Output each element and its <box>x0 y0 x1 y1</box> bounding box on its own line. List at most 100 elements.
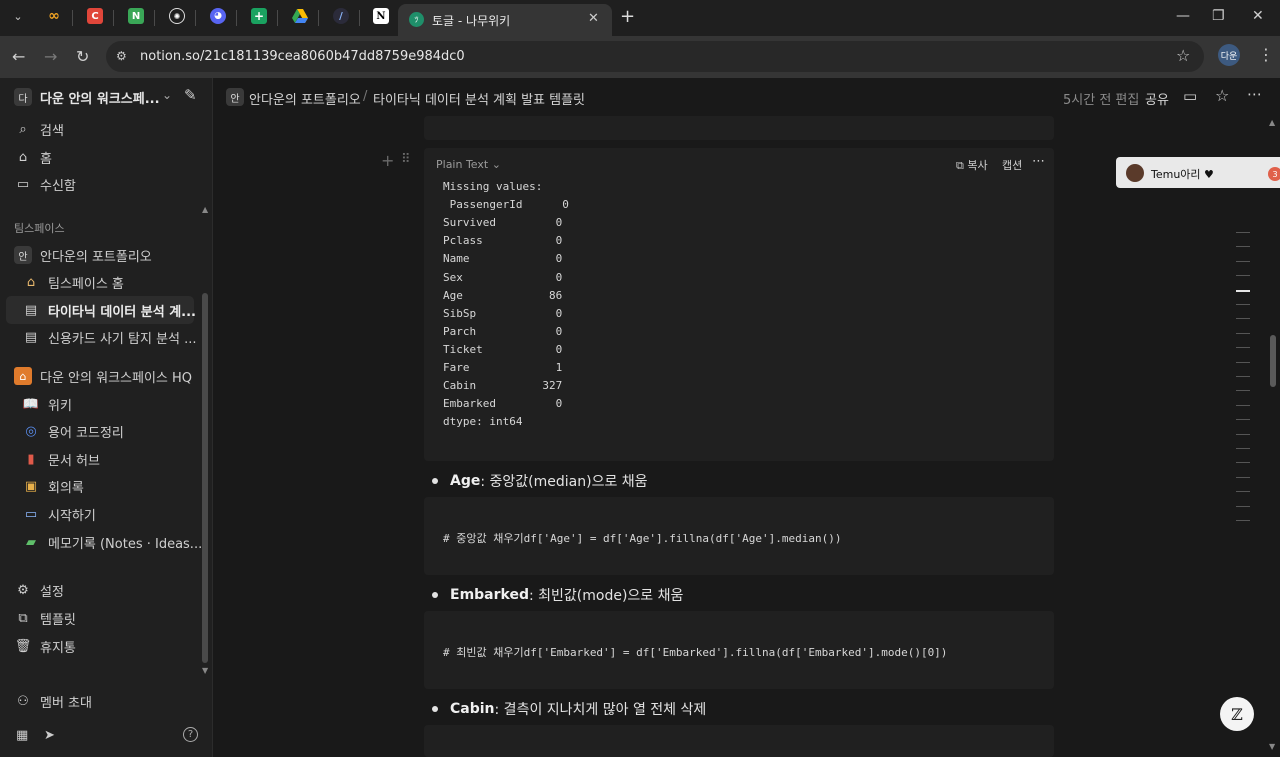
tab-openai-icon[interactable]: ✺ <box>169 8 185 24</box>
sidebar-item-teamspace[interactable]: 안 안다운의 포트폴리오 <box>14 244 152 266</box>
toc-entry[interactable] <box>1236 505 1250 507</box>
toc-entry[interactable] <box>1236 376 1250 377</box>
comment-icon[interactable]: ▭ <box>1183 87 1197 105</box>
tab-notion-icon[interactable]: N <box>373 8 389 24</box>
send-icon[interactable]: ➤ <box>44 728 55 743</box>
forward-icon[interactable]: → <box>44 47 57 66</box>
age-code-block[interactable]: # 중앙값 채우기df['Age'] = df['Age'].fillna(df… <box>424 497 1054 575</box>
toc-entry[interactable] <box>1236 404 1250 406</box>
tab-divider <box>359 10 360 26</box>
breadcrumb-teamspace[interactable]: 안다운의 포트폴리오 <box>249 89 361 108</box>
tab-n-app-icon[interactable]: N <box>128 8 144 24</box>
toc-entry[interactable] <box>1236 361 1250 363</box>
invite-user-icon: ⚇ <box>17 693 29 709</box>
favorite-star-icon[interactable]: ☆ <box>1215 86 1229 105</box>
sidebar-item-memo[interactable]: ▰ 메모기록 (Notes · Ideas... <box>22 531 202 553</box>
sidebar-item-credit[interactable]: ▤ 신용카드 사기 탐지 분석 ... <box>22 326 197 348</box>
restore-icon[interactable]: ❐ <box>1212 8 1225 24</box>
new-tab-icon[interactable]: + <box>620 6 635 27</box>
tab-search-chevron-down-icon[interactable]: ⌄ <box>10 8 26 24</box>
toc-entry[interactable] <box>1236 433 1250 435</box>
page-scrollbar[interactable] <box>1270 335 1276 387</box>
sidebar-item-glossary[interactable]: ◎ 용어 코드정리 <box>22 420 124 442</box>
trash-icon: 🗑 <box>14 638 32 654</box>
toc-entry[interactable] <box>1236 332 1250 334</box>
workspace-chevron-down-icon[interactable]: ⌄ <box>162 88 172 102</box>
sidebar-item-teamspace-home[interactable]: ⌂ 팀스페이스 홈 <box>22 271 124 293</box>
scroll-down-icon[interactable]: ▼ <box>202 666 208 675</box>
help-icon[interactable]: ? <box>183 727 198 742</box>
share-button[interactable]: 공유 <box>1145 89 1169 108</box>
tab-discord-icon[interactable]: ◕ <box>210 8 226 24</box>
address-bar[interactable]: ⚙ notion.so/21c181139cea8060b47dd8759e98… <box>106 41 1204 72</box>
bullet-embarked-key: Embarked <box>450 587 529 603</box>
notion-ai-fab[interactable]: ℤ <box>1220 697 1254 731</box>
toc-entry[interactable] <box>1236 419 1250 421</box>
toc-entry[interactable] <box>1236 491 1250 493</box>
temu-widget[interactable]: Temu아리 ♥ 3 <box>1116 157 1280 188</box>
reload-icon[interactable]: ↻ <box>76 47 89 66</box>
scroll-up-icon[interactable]: ▲ <box>202 205 208 214</box>
sidebar-item-invite[interactable]: ⚇ 멤버 초대 <box>14 690 92 712</box>
toc-entry[interactable] <box>1236 260 1250 262</box>
page-scroll-down-icon[interactable]: ▼ <box>1269 742 1275 751</box>
embarked-code-block[interactable]: # 최빈값 채우기df['Embarked'] = df['Embarked']… <box>424 611 1054 689</box>
breadcrumb-page[interactable]: 타이타닉 데이터 분석 계획 발표 템플릿 <box>373 89 585 108</box>
tab-divider <box>72 10 73 26</box>
drag-handle-icon[interactable]: ⠿ <box>401 152 411 167</box>
toc-entry[interactable] <box>1236 347 1250 349</box>
sidebar-item-home[interactable]: ⌂ 홈 <box>14 146 52 168</box>
tab-drive-icon[interactable] <box>292 8 308 24</box>
site-info-icon[interactable]: ⚙ <box>116 49 127 63</box>
workspace-switcher[interactable]: 다 다운 안의 워크스페... <box>14 86 160 108</box>
toc-entry[interactable] <box>1236 289 1250 292</box>
browser-menu-icon[interactable]: ⋮ <box>1258 45 1274 64</box>
bookmark-star-icon[interactable]: ☆ <box>1176 46 1190 65</box>
bullet-dot <box>432 478 438 484</box>
code-more-icon[interactable]: ⋯ <box>1032 154 1045 169</box>
toc-entry[interactable] <box>1236 462 1250 464</box>
sidebar-item-search[interactable]: ⌕ 검색 <box>14 118 64 140</box>
profile-avatar[interactable]: 다운 <box>1218 44 1240 66</box>
add-block-icon[interactable]: + <box>381 151 394 170</box>
toc-entry[interactable] <box>1236 232 1250 233</box>
sidebar-item-docs-hub[interactable]: ▮ 문서 허브 <box>22 448 100 470</box>
caption-button[interactable]: 캡션 <box>1002 157 1022 173</box>
sidebar-item-inbox[interactable]: ▭ 수신함 <box>14 173 76 195</box>
sidebar-item-trash[interactable]: 🗑 휴지통 <box>14 635 76 657</box>
calendar-app-icon[interactable]: ▦ <box>16 728 28 743</box>
sidebar-item-titanic[interactable]: ▤ 타이타닉 데이터 분석 계... <box>22 299 196 321</box>
sidebar-item-meetings[interactable]: ▣ 회의록 <box>22 475 84 497</box>
missing-values-code-block[interactable]: Plain Text ⌄ ⧉ 복사 캡션 ⋯ <box>424 148 1054 461</box>
copy-button[interactable]: ⧉ 복사 <box>956 157 988 173</box>
sidebar-scrollbar[interactable] <box>202 293 208 663</box>
toc-entry[interactable] <box>1236 304 1250 305</box>
tab-sheets-icon[interactable]: + <box>251 8 267 24</box>
back-icon[interactable]: ← <box>12 47 25 66</box>
toc-entry[interactable] <box>1236 520 1250 521</box>
toc-entry[interactable] <box>1236 390 1250 392</box>
close-window-icon[interactable]: ✕ <box>1252 8 1264 24</box>
tab-infinity-icon[interactable]: ∞ <box>46 8 62 24</box>
toc-entry[interactable] <box>1236 275 1250 277</box>
minimize-icon[interactable]: — <box>1176 8 1190 24</box>
language-selector[interactable]: Plain Text ⌄ <box>436 158 501 171</box>
sidebar-item-hq[interactable]: ⌂ 다운 안의 워크스페이스 HQ <box>14 365 192 387</box>
active-tab[interactable]: ﾂ 토글 - 나무위키 ✕ <box>398 4 612 36</box>
sidebar-item-settings[interactable]: ⚙ 설정 <box>14 579 64 601</box>
more-options-icon[interactable]: ⋯ <box>1247 85 1262 103</box>
sidebar-item-getting-started[interactable]: ▭ 시작하기 <box>22 503 96 525</box>
tab-c-app-icon[interactable]: C <box>87 8 103 24</box>
toc-entry[interactable] <box>1236 476 1250 478</box>
close-tab-icon[interactable]: ✕ <box>588 11 599 26</box>
page-scroll-up-icon[interactable]: ▲ <box>1269 118 1275 127</box>
sidebar-item-label: 팀스페이스 홈 <box>48 276 124 292</box>
toc-entry[interactable] <box>1236 246 1250 248</box>
sidebar-item-wiki[interactable]: 📖 위키 <box>22 393 72 415</box>
cabin-code-block[interactable] <box>424 725 1054 757</box>
sidebar-item-templates[interactable]: ⧉ 템플릿 <box>14 607 76 629</box>
tab-slash-app-icon[interactable]: / <box>333 8 349 24</box>
new-page-icon[interactable]: ✎ <box>184 86 197 104</box>
toc-entry[interactable] <box>1236 318 1250 320</box>
toc-entry[interactable] <box>1236 448 1250 449</box>
